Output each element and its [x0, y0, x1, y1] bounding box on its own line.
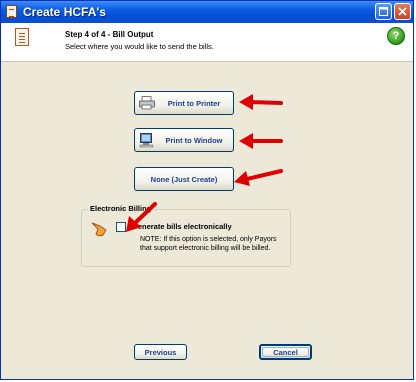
print-to-window-button[interactable]: Print to Window — [134, 128, 234, 152]
close-icon — [398, 7, 407, 16]
electronic-billing-note: NOTE: If this option is selected, only P… — [140, 236, 277, 252]
bill-document-icon — [15, 28, 29, 46]
previous-button[interactable]: Previous — [134, 344, 187, 360]
app-document-icon — [6, 5, 17, 18]
print-to-printer-label: Print to Printer — [167, 98, 221, 108]
electronic-billing-group: Electronic Billing Generate bills electr… — [81, 204, 291, 267]
pointing-hand-icon — [91, 222, 107, 237]
none-just-create-label: None (Just Create) — [150, 174, 218, 184]
annotation-arrow-icon — [234, 169, 283, 186]
maximize-button[interactable] — [375, 3, 392, 20]
cancel-button[interactable]: Cancel — [259, 344, 312, 360]
annotation-arrow-icon — [239, 133, 283, 149]
print-to-printer-button[interactable]: Print to Printer — [134, 91, 234, 115]
cancel-label: Cancel — [273, 347, 298, 357]
annotation-arrow-icon — [126, 202, 157, 232]
maximize-icon — [379, 7, 388, 16]
step-description: Select where you would like to send the … — [65, 42, 214, 51]
title-bar[interactable]: Create HCFA's — [1, 1, 413, 23]
wizard-header: Step 4 of 4 - Bill Output Select where y… — [1, 23, 413, 62]
monitor-icon — [139, 133, 154, 148]
none-just-create-button[interactable]: None (Just Create) — [134, 167, 234, 191]
create-hcfas-window: Create HCFA's Step 4 of 4 - Bill Output … — [0, 0, 414, 380]
previous-label: Previous — [144, 347, 177, 357]
window-title: Create HCFA's — [23, 5, 106, 19]
close-button[interactable] — [394, 3, 411, 20]
annotation-arrow-icon — [239, 94, 283, 110]
help-icon[interactable]: ? — [387, 27, 405, 45]
step-title: Step 4 of 4 - Bill Output — [65, 30, 154, 39]
printer-icon — [139, 96, 155, 110]
print-to-window-label: Print to Window — [165, 135, 223, 145]
